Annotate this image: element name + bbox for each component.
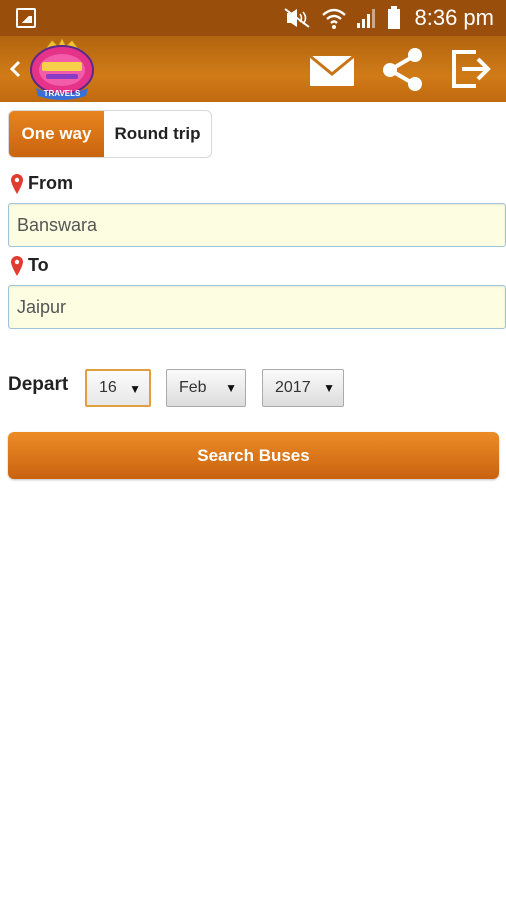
gallery-icon	[16, 8, 36, 28]
tab-round-trip[interactable]: Round trip	[104, 111, 211, 157]
status-time: 8:36 pm	[414, 5, 495, 30]
from-label: From	[28, 173, 73, 193]
status-icons: 8:36 pm	[283, 4, 495, 32]
app-bar: TRAVELS	[0, 36, 506, 102]
search-buses-button[interactable]: Search Buses	[8, 432, 499, 479]
mail-icon[interactable]	[308, 46, 356, 92]
day-value: 16	[99, 379, 117, 396]
year-select[interactable]: 2017 ▼	[262, 369, 344, 407]
year-value: 2017	[275, 379, 311, 396]
dropdown-caret-icon: ▼	[323, 381, 335, 395]
app-logo: TRAVELS	[28, 36, 96, 100]
to-label-row: To	[10, 255, 49, 276]
mute-icon	[283, 7, 313, 29]
day-select[interactable]: 16 ▼	[85, 369, 151, 407]
dropdown-caret-icon: ▼	[225, 381, 237, 395]
from-label-row: From	[10, 173, 73, 194]
depart-label: Depart	[8, 374, 69, 395]
month-select[interactable]: Feb ▼	[166, 369, 246, 407]
month-value: Feb	[179, 379, 207, 396]
location-pin-icon	[11, 173, 23, 194]
trip-type-toggle: One way Round trip	[8, 110, 212, 158]
dropdown-caret-icon: ▼	[129, 382, 141, 396]
exit-icon[interactable]	[448, 46, 496, 92]
status-bar: 8:36 pm	[0, 0, 506, 36]
to-input[interactable]: Jaipur	[8, 285, 506, 329]
share-icon[interactable]	[378, 46, 426, 92]
tab-one-way[interactable]: One way	[9, 111, 104, 157]
signal-icon	[355, 7, 379, 29]
logo-text: TRAVELS	[44, 89, 81, 98]
from-input[interactable]: Banswara	[8, 203, 506, 247]
to-label: To	[28, 255, 49, 275]
location-pin-icon	[11, 255, 23, 276]
battery-icon	[387, 6, 401, 30]
wifi-icon	[321, 6, 347, 30]
app-bar-actions	[308, 46, 496, 92]
back-icon[interactable]	[6, 54, 24, 84]
